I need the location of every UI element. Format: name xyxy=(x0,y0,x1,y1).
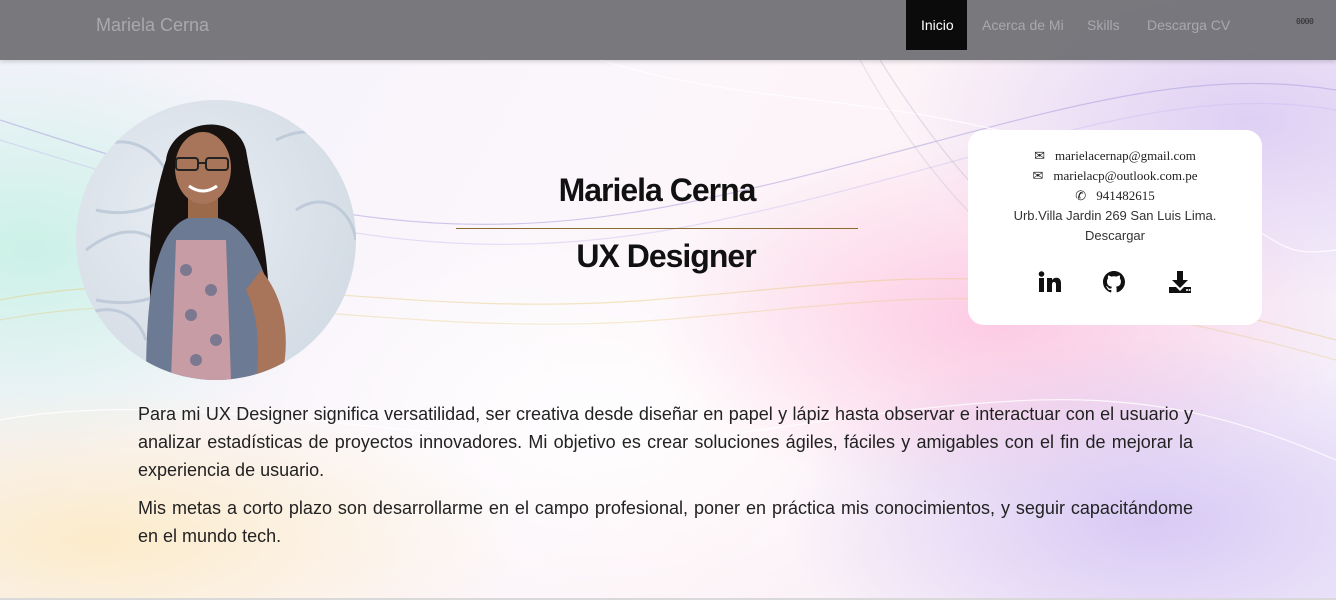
contact-address: Urb.Villa Jardin 269 San Luis Lima. xyxy=(1013,208,1217,223)
linkedin-icon[interactable] xyxy=(1035,268,1065,296)
contact-phone[interactable]: ✆ 941482615 xyxy=(968,188,1262,204)
github-icon[interactable] xyxy=(1099,268,1129,296)
hero-name: Mariela Cerna xyxy=(558,172,757,208)
contact-card: ✉ marielacernap@gmail.com ✉ marielacp@outl… xyxy=(968,130,1262,325)
email-secondary-text: marielacp@outlook.com.pe xyxy=(1053,168,1198,183)
phone-text: 941482615 xyxy=(1096,188,1155,203)
brand-link[interactable]: Mariela Cerna xyxy=(96,15,209,36)
hero-role: UX Designer xyxy=(576,238,756,274)
profile-photo xyxy=(76,100,356,380)
top-navbar: Mariela Cerna Inicio Acerca de Mi Skills… xyxy=(0,0,1336,60)
contact-email-primary[interactable]: ✉ marielacernap@gmail.com xyxy=(968,148,1262,164)
nav-item-skills[interactable]: Skills xyxy=(1087,0,1120,50)
bio-paragraph-1: Para mi UX Designer significa versatilid… xyxy=(138,404,1193,480)
nav-item-acerca[interactable]: Acerca de Mi xyxy=(982,0,1064,50)
nav-item-descarga-cv[interactable]: Descarga CV xyxy=(1147,0,1230,50)
download-icon[interactable] xyxy=(1165,268,1195,296)
envelope-icon: ✉ xyxy=(1032,169,1044,184)
nav-item-inicio[interactable]: Inicio xyxy=(906,0,967,50)
contact-email-secondary[interactable]: ✉ marielacp@outlook.com.pe xyxy=(968,168,1262,184)
title-divider xyxy=(456,228,858,229)
email-primary-text: marielacernap@gmail.com xyxy=(1055,148,1196,163)
bio-paragraph-2: Mis metas a corto plazo son desarrollarm… xyxy=(138,498,1193,546)
download-link[interactable]: Descargar xyxy=(968,228,1262,243)
language-flag-icon[interactable]: 0000 xyxy=(1296,17,1314,26)
envelope-icon: ✉ xyxy=(1034,149,1046,164)
phone-icon: ✆ xyxy=(1075,189,1087,204)
bio-section: Para mi UX Designer significa versatilid… xyxy=(138,400,1193,560)
